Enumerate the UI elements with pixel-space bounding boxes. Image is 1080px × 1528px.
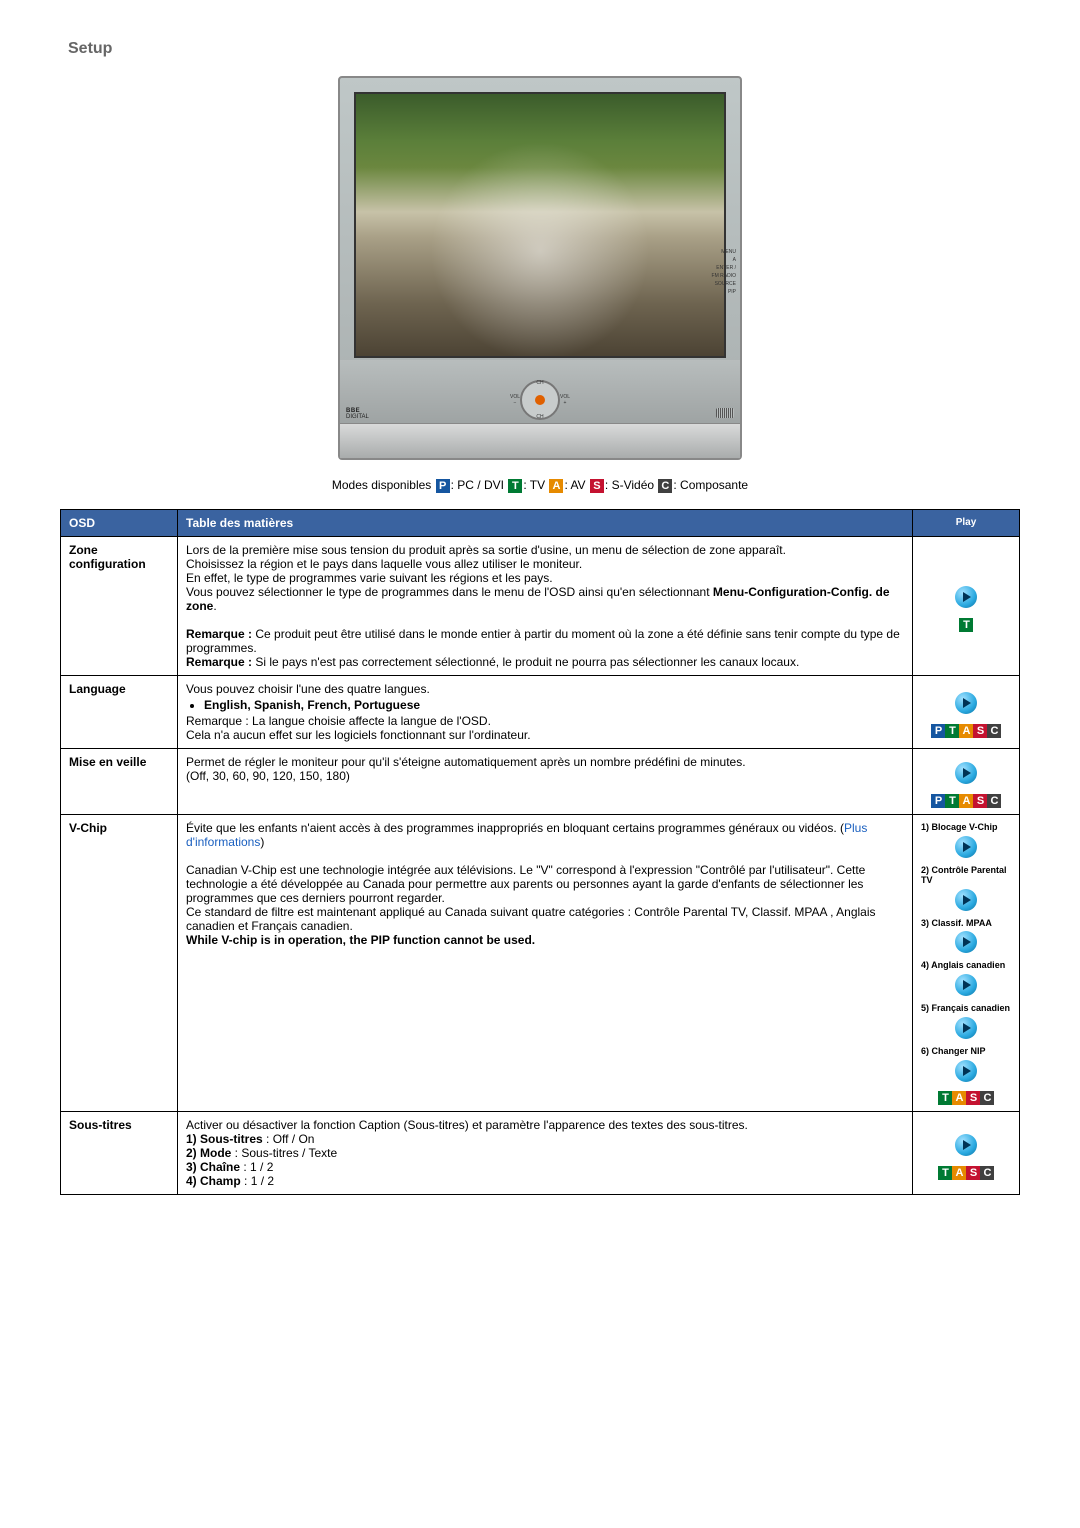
- mode-badge-s: S: [590, 479, 604, 493]
- speaker-grille-icon: [716, 408, 734, 418]
- mode-badge-t-icon: T: [959, 618, 973, 632]
- osd-name-cell: Sous-titres: [61, 1112, 178, 1195]
- mode-badge-c: C: [658, 479, 672, 493]
- table-row: LanguageVous pouvez choisir l'une des qu…: [61, 675, 1020, 748]
- vchip-item-label: 5) Français canadien: [921, 1004, 1011, 1014]
- tv-screen: [354, 92, 726, 358]
- toc-cell: Activer ou désactiver la fonction Captio…: [178, 1112, 913, 1195]
- tv-control-ring: CH VOL− VOL+ CH: [520, 380, 560, 420]
- mode-badge-s-icon: S: [966, 1091, 980, 1105]
- mode-badge-row: T: [921, 618, 1011, 632]
- channel-up-label: CH: [536, 380, 543, 386]
- play-icon[interactable]: [955, 889, 977, 911]
- col-header-osd: OSD: [61, 509, 178, 536]
- play-icon[interactable]: [955, 692, 977, 714]
- play-icon[interactable]: [955, 1060, 977, 1082]
- mode-badge-row: PTASC: [921, 794, 1011, 808]
- tv-bezel: BBE DIGITAL CH VOL− VOL+ CH: [340, 360, 740, 424]
- play-cell: TASC: [913, 1112, 1020, 1195]
- section-title: Setup: [68, 40, 1020, 58]
- available-modes-legend: Modes disponibles P: PC / DVI T: TV A: A…: [60, 478, 1020, 493]
- toc-cell: Vous pouvez choisir l'une des quatre lan…: [178, 675, 913, 748]
- mode-badge-c-icon: C: [987, 794, 1001, 808]
- mode-badge-p: P: [436, 479, 450, 493]
- mode-badge-a: A: [549, 479, 563, 493]
- play-icon[interactable]: [955, 1017, 977, 1039]
- vchip-item-label: 4) Anglais canadien: [921, 961, 1011, 971]
- play-cell: PTASC: [913, 748, 1020, 814]
- toc-cell: Lors de la première mise sous tension du…: [178, 536, 913, 675]
- mode-badge-row: PTASC: [921, 724, 1011, 738]
- mode-badge-t: T: [508, 479, 522, 493]
- vchip-item-label: 3) Classif. MPAA: [921, 919, 1011, 929]
- vchip-item-label: 6) Changer NIP: [921, 1047, 1011, 1057]
- play-cell: T: [913, 536, 1020, 675]
- channel-down-label: CH: [536, 414, 543, 420]
- play-cell: PTASC: [913, 675, 1020, 748]
- mode-badge-c-icon: C: [980, 1166, 994, 1180]
- mode-badge-p-icon: P: [931, 794, 945, 808]
- mode-badge-t-icon: T: [945, 724, 959, 738]
- toc-cell: Évite que les enfants n'aient accès à de…: [178, 814, 913, 1111]
- tv-side-labels: MENU A ENTER / FM RADIO SOURCE PIP: [712, 248, 736, 296]
- mode-badge-a-icon: A: [952, 1166, 966, 1180]
- play-icon[interactable]: [955, 931, 977, 953]
- play-icon[interactable]: [955, 1134, 977, 1156]
- table-row: Zone configurationLors de la première mi…: [61, 536, 1020, 675]
- mode-badge-c-icon: C: [980, 1091, 994, 1105]
- play-icon[interactable]: [955, 762, 977, 784]
- setup-table: OSD Table des matières Play Zone configu…: [60, 509, 1020, 1195]
- table-row: Sous-titresActiver ou désactiver la fonc…: [61, 1112, 1020, 1195]
- mode-badge-t-icon: T: [938, 1091, 952, 1105]
- mode-badge-p-icon: P: [931, 724, 945, 738]
- mode-badge-a-icon: A: [952, 1091, 966, 1105]
- toc-cell: Permet de régler le moniteur pour qu'il …: [178, 748, 913, 814]
- mode-badge-s-icon: S: [973, 724, 987, 738]
- tv-product-image: MENU A ENTER / FM RADIO SOURCE PIP BBE D…: [338, 76, 742, 460]
- vchip-item-label: 1) Blocage V-Chip: [921, 823, 1011, 833]
- col-header-play: Play: [913, 509, 1020, 536]
- osd-name-cell: V-Chip: [61, 814, 178, 1111]
- mode-badge-c-icon: C: [987, 724, 1001, 738]
- play-icon[interactable]: [955, 836, 977, 858]
- play-icon[interactable]: [955, 974, 977, 996]
- mode-badge-s-icon: S: [966, 1166, 980, 1180]
- mode-badge-row: TASC: [921, 1091, 1011, 1105]
- osd-name-cell: Mise en veille: [61, 748, 178, 814]
- volume-down-label: VOL−: [510, 394, 520, 406]
- tv-base: [340, 423, 740, 458]
- mode-badge-row: TASC: [921, 1166, 1011, 1180]
- col-header-toc: Table des matières: [178, 509, 913, 536]
- mode-badge-t-icon: T: [938, 1166, 952, 1180]
- power-button-icon: [535, 395, 545, 405]
- vchip-item-label: 2) Contrôle Parental TV: [921, 866, 1011, 886]
- volume-up-label: VOL+: [560, 394, 570, 406]
- mode-badge-t-icon: T: [945, 794, 959, 808]
- osd-name-cell: Zone configuration: [61, 536, 178, 675]
- table-row: Mise en veillePermet de régler le monite…: [61, 748, 1020, 814]
- osd-name-cell: Language: [61, 675, 178, 748]
- mode-badge-s-icon: S: [973, 794, 987, 808]
- mode-badge-a-icon: A: [959, 794, 973, 808]
- play-cell: 1) Blocage V-Chip 2) Contrôle Parental TV…: [913, 814, 1020, 1111]
- table-row: V-ChipÉvite que les enfants n'aient accè…: [61, 814, 1020, 1111]
- play-icon[interactable]: [955, 586, 977, 608]
- tv-brand: BBE DIGITAL: [346, 408, 369, 420]
- mode-badge-a-icon: A: [959, 724, 973, 738]
